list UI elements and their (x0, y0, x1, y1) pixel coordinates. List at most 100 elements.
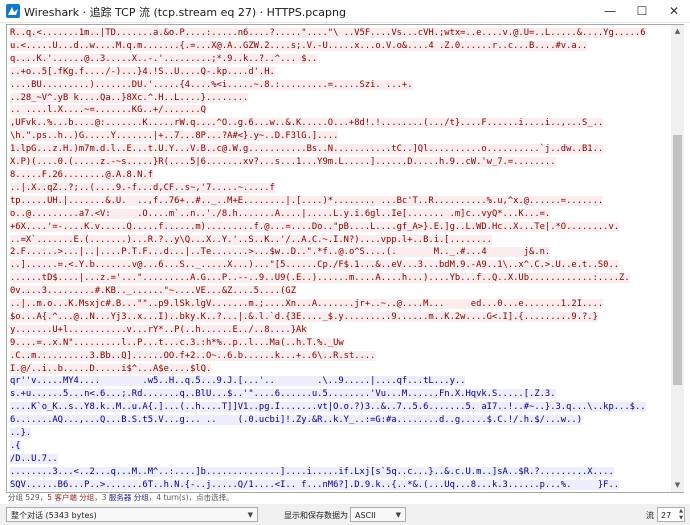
bottom-controls: 整个对话 (5343 bytes) ▼ 显示和保存数据为 ASCII ▼ 流 2… (0, 504, 690, 525)
line-text: SQV......B6...P..>.......6T..h.N.{-..j..… (10, 479, 620, 490)
client-data-line: ..]......=.<.Y.b.......v@...6...S.._....… (10, 259, 668, 272)
line-text: /D..U.7.. (10, 453, 58, 464)
line-text: ....BU.........).......DU.'.....{4....%<… (10, 79, 413, 90)
client-data-line: R..q.<.......1m..|TD.......a.&o.P....:..… (10, 27, 668, 40)
client-data-line: tp.....UH.|.......&.U. ..,f..76+..#.._..… (10, 195, 668, 208)
client-data-line: ..=X`.......E.(.......)...R.?..y\Q...X..… (10, 234, 668, 247)
server-data-line: ....K`o_K..s..Y8.k..M..u.A{.]...(..h....… (10, 401, 668, 414)
line-text: ..28_~V^.yB k....Qa..}8Xc.^.H..L....}...… (10, 92, 249, 103)
chevron-down-icon: ▼ (395, 511, 401, 519)
client-data-line: ..|.X..qZ..?;..(....9.-f...d,CF..s~,'7..… (10, 182, 668, 195)
scroll-thumb[interactable] (673, 135, 682, 385)
line-text: 9....=..x.N".........l..P...t...c.3.:h*%… (10, 337, 344, 348)
format-select-value: ASCII (355, 511, 376, 520)
chevron-down-icon: ▼ (247, 511, 253, 519)
line-text: ....K`o_K..s..Y8.k..M..u.A{.]...(..h....… (10, 402, 646, 413)
line-text: ..]......=.<.Y.b.......v@...6...S.._....… (10, 260, 620, 271)
line-text: ........3...<..2...q...M..M^..:....]b...… (10, 466, 614, 477)
line-text: \h.".ps..h..)G.....Y.......|+..7...8P...… (10, 131, 339, 142)
line-text: I.@/..i..b.....D.....i$^...A$e....$lQ. (10, 363, 212, 374)
minimize-button[interactable]: — (594, 0, 626, 22)
server-data-line: qr''v.....MY4.... .w5..H..q.5...9.J.[...… (10, 375, 668, 388)
server-data-line: ..}. (10, 427, 668, 440)
line-text: 0v....3.........#.KB.._......"~....VE...… (10, 286, 296, 297)
close-button[interactable]: ✕ (658, 0, 690, 22)
server-data-line: ........3...<..2...q...M..M^..:....]b...… (10, 466, 668, 479)
client-data-line: ..+o..5[.fKg.f..../-)...}4.!S..U....Q-.k… (10, 66, 668, 79)
line-text: ..|..m.o...K.Msxjc#.B...""..p9.lSk.lgV..… (10, 299, 604, 310)
stream-label: 流 (646, 511, 654, 520)
line-text: .C..m..........3.Bb..Q]......OO.f+2..O~.… (10, 350, 376, 361)
maximize-button[interactable]: ☐ (626, 0, 658, 22)
client-data-line: u.<.....U...d..w....M.q.m.......{.=...X@… (10, 40, 668, 53)
client-data-line: o..@.........a7.<V: .O....m`..n..'./8.h.… (10, 208, 668, 221)
line-text: ..}. (10, 428, 32, 439)
stream-lines: R..q.<.......1m..|TD.......a.&o.P....:..… (7, 25, 671, 492)
line-text: ..|.X..qZ..?;..(....9.-f...d,CF..s~,'7..… (10, 182, 275, 193)
line-text: s.+u......5...n<.6...;.Rd.......q..BlU..… (10, 389, 556, 400)
packet-summary-status: 分组 529，5 客户端 分组，3 服务器 分组，4 turn(s)，点击选择。 (8, 492, 234, 503)
server-data-line: /D..U.7.. (10, 453, 668, 466)
client-data-line: ,UFvk..%...b....@:.......K.....rW.q....^… (10, 117, 668, 130)
status-server-packets: 服务器 分组 (108, 493, 149, 502)
line-text: 1.lpG...z.H.)m7m.d.l..E...t.U.Y...V.B..c… (10, 144, 604, 155)
status-middle: ，3 (94, 493, 109, 502)
show-save-as-label: 显示和保存数据为 (284, 511, 348, 520)
line-text: 2.F......>...|..|....P.T.F...d...|..Te..… (10, 247, 551, 258)
line-text: qr''v.....MY4.... .w5..H..q.5...9.J.[...… (10, 376, 466, 387)
line-text: .{ (10, 441, 21, 451)
status-suffix: ，4 turn(s)，点击选择。 (148, 493, 234, 502)
client-data-line: .. ....l.X....~=.......KG..+/.......Q (10, 104, 668, 117)
client-data-line: .C..m..........3.Bb..Q]......OO.f+2..O~.… (10, 350, 668, 363)
line-text: q....K.'......@..3.....X..-.'.........;*… (10, 53, 318, 64)
status-client-packets: 5 客户端 分组 (47, 493, 95, 502)
conversation-select-value: 整个对话 (5343 bytes) (11, 511, 97, 520)
stream-content-pane[interactable]: R..q.<.......1m..|TD.......a.&o.P....:..… (6, 24, 672, 493)
line-text: ......tD$....|...z.='...".........A.G...… (10, 273, 630, 284)
line-text: tp.....UH.|.......&.U. ..,f..76+..#.._..… (10, 195, 604, 206)
client-data-line: +6X....'=-....K.v.....Q.....f......m)...… (10, 221, 668, 234)
line-text: ..=X`.......E.(.......)...R.?..y\Q...X..… (10, 234, 492, 245)
line-text: R..q.<.......1m..|TD.......a.&o.P....:..… (10, 28, 646, 38)
server-data-line: 6.......AQ...,...Q...B.S.t5.V...g... .. … (10, 414, 668, 427)
client-data-line: ..|..m.o...K.Msxjc#.B...""..p9.lSk.lgV..… (10, 298, 668, 311)
client-data-line: ....BU.........).......DU.'.....{4....%<… (10, 79, 668, 92)
line-text: $o...A{.^...@..N...Yj3..x...I)..bky.K..?… (10, 311, 598, 322)
server-data-line: .{ (10, 440, 668, 453)
client-data-line: \h.".ps..h..)G.....Y.......|+..7...8P...… (10, 130, 668, 143)
wireshark-fin-icon (6, 4, 20, 18)
line-text: .. ....l.X....~=.......KG..+/.......Q (10, 105, 206, 116)
line-text: X.P)(....0.(.....z.-~s.....}R(....5|6...… (10, 157, 556, 168)
spin-arrows-icon[interactable]: ▲ ▼ (679, 508, 683, 522)
line-text: u.<.....U...d..w....M.q.m.......{.=...X@… (10, 40, 588, 51)
scroll-up-arrow-icon[interactable]: ▲ (671, 25, 684, 38)
window-title: Wireshark · 追踪 TCP 流 (tcp.stream eq 27) … (24, 6, 346, 19)
client-data-line: I.@/..i..b.....D.....i$^...A$e....$lQ. (10, 363, 668, 376)
status-prefix: 分组 529， (8, 493, 48, 502)
server-data-line: s.+u......5...n<.6...;.Rd.......q..BlU..… (10, 388, 668, 401)
title-bar: Wireshark · 追踪 TCP 流 (tcp.stream eq 27) … (0, 0, 690, 23)
client-data-line: 8.....F.26........@.A.8.N.f (10, 169, 668, 182)
line-text: +6X....'=-....K.v.....Q.....f......m)...… (10, 221, 620, 232)
vertical-scrollbar[interactable]: ▲ ▼ (671, 24, 684, 493)
client-data-line: $o...A{.^...@..N...Yj3..x...I)..bky.K..?… (10, 311, 668, 324)
client-data-line: 2.F......>...|..|....P.T.F...d...|..Te..… (10, 246, 668, 259)
client-data-line: 9....=..x.N".........l..P...t...c.3.:h*%… (10, 337, 668, 350)
client-data-line: 1.lpG...z.H.)m7m.d.l..E...t.U.Y...V.B..c… (10, 143, 668, 156)
server-data-line: SQV......B6...P..>.......6T..h.N.{-..j..… (10, 479, 668, 492)
line-text: ,UFvk..%...b....@:.......K.....rW.q....^… (10, 118, 604, 129)
conversation-select[interactable]: 整个对话 (5343 bytes) ▼ (6, 507, 258, 522)
client-data-line: ..28_~V^.yB k....Qa..}8Xc.^.H..L....}...… (10, 92, 668, 105)
line-text: 8.....F.26........@.A.8.N.f (10, 169, 153, 180)
line-text: o..@.........a7.<V: .O....m`..n..'./8.h.… (10, 208, 551, 219)
format-select[interactable]: ASCII ▼ (350, 507, 406, 522)
scroll-down-arrow-icon[interactable]: ▼ (671, 479, 684, 492)
line-text: 6.......AQ...,...Q...B.S.t5.V...g... .. … (10, 415, 582, 426)
client-data-line: 0v....3.........#.KB.._......"~....VE...… (10, 285, 668, 298)
stream-number-value: 27 (661, 511, 672, 520)
line-text: y.......U+l...........v...rY*..P(..h....… (10, 324, 307, 335)
client-data-line: X.P)(....0.(.....z.-~s.....}R(....5|6...… (10, 156, 668, 169)
stream-number-spinbox[interactable]: 27 ▲ ▼ (657, 507, 685, 522)
line-text: ..+o..5[.fKg.f..../-)...}4.!S..U....Q-.k… (10, 66, 275, 77)
client-data-line: q....K.'......@..3.....X..-.'.........;*… (10, 53, 668, 66)
